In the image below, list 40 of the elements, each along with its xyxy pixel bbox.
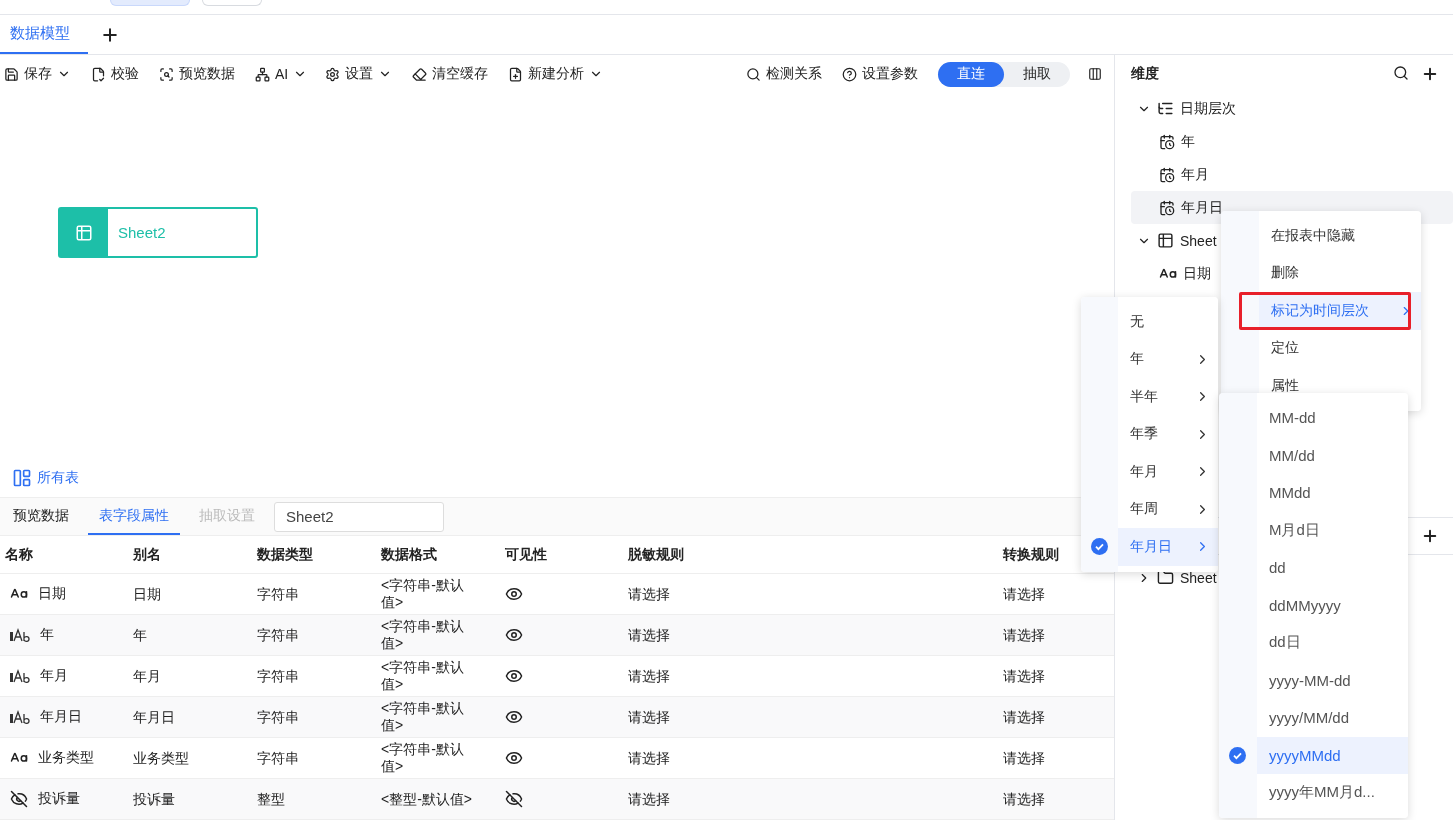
column-header: 数据格式	[381, 545, 437, 564]
table-cell: 日期	[38, 585, 66, 603]
tree-label: Sheet	[1180, 232, 1217, 249]
table-cell: 业务类型	[133, 749, 189, 767]
table-cell-text: <字符串-默认值>	[381, 577, 465, 611]
panel-title: 维度	[1131, 64, 1159, 83]
tree-label: Sheet	[1180, 569, 1217, 586]
table-cell-text: <字符串-默认值>	[381, 618, 465, 652]
table-cell: 年月日	[40, 708, 82, 726]
table-cell: 字符串	[257, 667, 299, 685]
tree-label: 日期层次	[1180, 99, 1236, 118]
tree-label: 日期	[1183, 264, 1211, 283]
table-cell: 投诉量	[38, 790, 80, 808]
column-header: 脱敏规则	[628, 545, 684, 564]
table-cell: 整型	[257, 790, 285, 808]
table-cell: 年	[40, 626, 54, 644]
table-cell-text: <字符串-默认值>	[381, 700, 465, 734]
node-label: Sheet2	[117, 224, 166, 241]
table-cell: 业务类型	[38, 749, 94, 767]
table-cell: 年月	[133, 667, 161, 685]
tree-label: 年月日	[1181, 198, 1223, 217]
table-cell: 字符串	[257, 626, 299, 644]
column-header: 名称	[5, 545, 33, 564]
table-cell: 投诉量	[133, 790, 175, 808]
column-header: 转换规则	[1003, 545, 1059, 564]
table-cell-text: <字符串-默认值>	[381, 741, 465, 775]
table-cell: 日期	[133, 585, 161, 603]
column-header: 数据类型	[257, 545, 313, 564]
table-cell: 年月	[40, 667, 68, 685]
table-cell: 年月日	[133, 708, 175, 726]
column-header: 别名	[133, 545, 161, 564]
table-cell: 字符串	[257, 708, 299, 726]
tree-label: 年月	[1181, 165, 1209, 184]
column-header: 可见性	[505, 545, 547, 564]
table-cell: 字符串	[257, 749, 299, 767]
table-cell-text: <字符串-默认值>	[381, 659, 465, 693]
table-cell: 字符串	[257, 585, 299, 603]
tree-label: 年	[1181, 132, 1195, 151]
table-cell-text: <整型-默认值>	[381, 790, 473, 808]
table-cell: 年	[133, 626, 147, 644]
